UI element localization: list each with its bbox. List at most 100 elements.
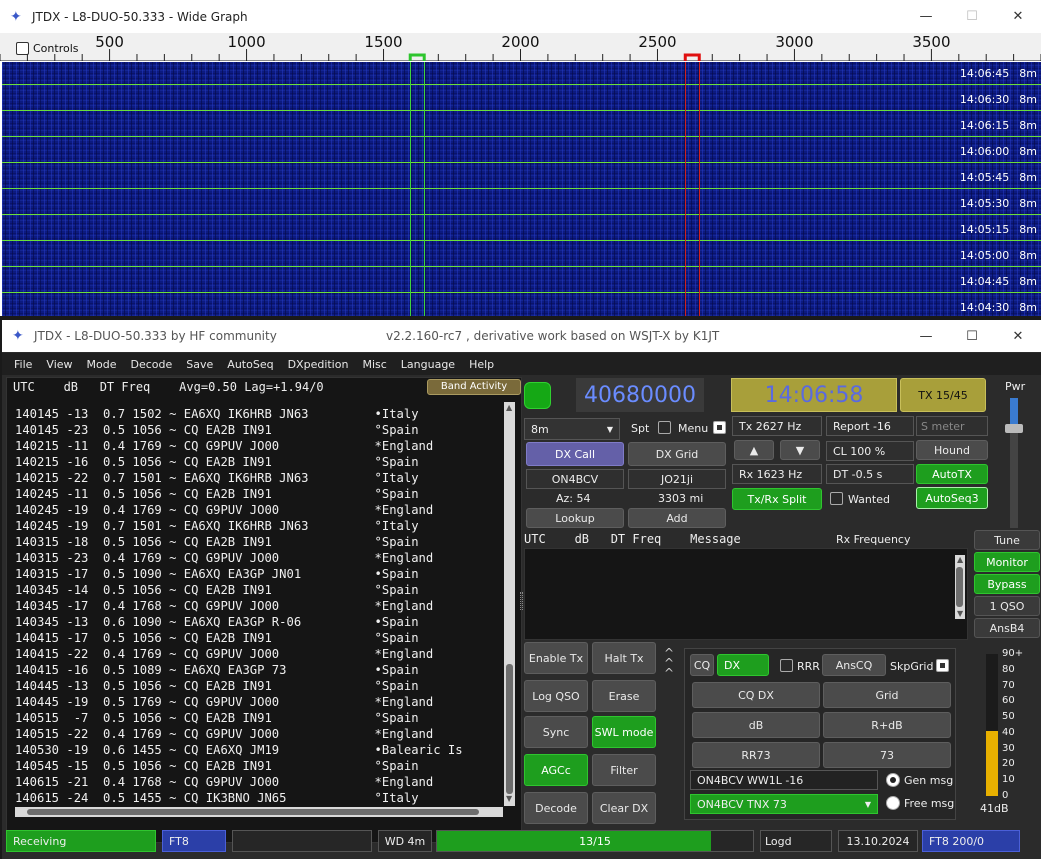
agcc-button[interactable]: AGCc (524, 754, 588, 786)
menu-language[interactable]: Language (401, 358, 455, 371)
gen-msg-field[interactable]: ON4BCV WW1L -16 (690, 770, 878, 790)
report-field[interactable]: Report -16 (826, 416, 914, 436)
decode-row[interactable]: 140545 -15 0.5 1056 ~ CQ EA2B IN91 °Spai… (15, 758, 503, 774)
collapse-arrows-icon[interactable]: ^ ^ ^ (664, 647, 674, 679)
band-activity-button[interactable]: Band Activity (427, 379, 521, 395)
decode-row[interactable]: 140215 -22 0.7 1501 ~ EA6XQ IK6HRB JN63 … (15, 470, 503, 486)
tx-frequency[interactable]: Tx 2627 Hz (732, 416, 822, 436)
r-db-button[interactable]: R+dB (823, 712, 951, 738)
skpgrid-checkbox[interactable] (936, 659, 949, 672)
menu-mode[interactable]: Mode (87, 358, 117, 371)
scroll-down-icon[interactable]: ▼ (957, 609, 963, 618)
decode-row[interactable]: 140145 -13 0.7 1502 ~ EA6XQ IK6HRB JN63 … (15, 406, 503, 422)
decode-row[interactable]: 140215 -16 0.5 1056 ~ CQ EA2B IN91 °Spai… (15, 454, 503, 470)
close-icon[interactable]: ✕ (995, 320, 1041, 353)
free-msg-select[interactable]: ON4BCV TNX 73 ▼ (690, 794, 878, 814)
halt-tx-button[interactable]: Halt Tx (592, 642, 656, 674)
dial-frequency[interactable]: 40680000 (576, 378, 704, 412)
scroll-up-icon[interactable]: ▲ (506, 403, 512, 412)
menu-checkbox[interactable] (713, 421, 726, 434)
band-activity-pane[interactable]: UTC dB DT Freq Avg=0.50 Lag=+1.94/0 Band… (6, 377, 522, 843)
clear-dx-button[interactable]: Clear DX (592, 792, 656, 824)
log-qso-button[interactable]: Log QSO (524, 680, 588, 712)
one-qso-button[interactable]: 1 QSO (974, 596, 1040, 616)
menu-dxpedition[interactable]: DXpedition (288, 358, 349, 371)
rx-vertical-scrollbar[interactable]: ▲ ▼ (955, 555, 965, 619)
bypass-button[interactable]: Bypass (974, 574, 1040, 594)
decode-row[interactable]: 140445 -19 0.5 1769 ~ CQ G9PUV JO00 *Eng… (15, 694, 503, 710)
spt-checkbox[interactable] (658, 421, 671, 434)
menu-autoseq[interactable]: AutoSeq (227, 358, 273, 371)
scroll-up-icon[interactable]: ▲ (957, 555, 963, 564)
decode-row[interactable]: 140315 -18 0.5 1056 ~ CQ EA2B IN91 °Spai… (15, 534, 503, 550)
decode-row[interactable]: 140515 -22 0.4 1769 ~ CQ G9PUV JO00 *Eng… (15, 726, 503, 742)
txrx-split-button[interactable]: Tx/Rx Split (732, 488, 822, 510)
splitter-handle[interactable] (520, 592, 523, 610)
decode-row[interactable]: 140415 -16 0.5 1089 ~ EA6XQ EA3GP 73 •Sp… (15, 662, 503, 678)
dx-toggle-button[interactable]: DX (717, 654, 769, 676)
tune-button[interactable]: Tune (974, 530, 1040, 550)
grid-button[interactable]: Grid (823, 682, 951, 708)
decode-row[interactable]: 140415 -17 0.5 1056 ~ CQ EA2B IN91 °Spai… (15, 630, 503, 646)
add-button[interactable]: Add (628, 508, 726, 528)
decode-row[interactable]: 140345 -13 0.6 1090 ~ EA6XQ EA3GP R-06 •… (15, 614, 503, 630)
menu-save[interactable]: Save (186, 358, 213, 371)
sync-button[interactable]: Sync (524, 716, 588, 748)
menu-view[interactable]: View (46, 358, 72, 371)
decode-row[interactable]: 140615 -21 0.4 1768 ~ CQ G9PUV JO00 *Eng… (15, 774, 503, 790)
frequency-scale[interactable]: Controls 500 1000 1500 2000 2500 3000 3500 (0, 33, 1041, 61)
anscq-button[interactable]: AnsCQ (822, 654, 886, 676)
rr73-button[interactable]: RR73 (692, 742, 820, 768)
maximize-icon[interactable]: ☐ (949, 320, 995, 353)
decode-row[interactable]: 140245 -19 0.4 1769 ~ CQ G9PUV JO00 *Eng… (15, 502, 503, 518)
rx-freq-marker[interactable] (408, 53, 426, 61)
autotx-button[interactable]: AutoTX (916, 464, 988, 484)
filter-button[interactable]: Filter (592, 754, 656, 786)
hound-button[interactable]: Hound (916, 440, 988, 460)
decode-row[interactable]: 140530 -19 0.6 1455 ~ CQ EA6XQ JM19 •Bal… (15, 742, 503, 758)
dt-field[interactable]: DT -0.5 s (826, 464, 914, 484)
decode-row[interactable]: 140615 -24 0.5 1455 ~ CQ IK3BNO JN65 °It… (15, 790, 503, 806)
dx-grid-button[interactable]: DX Grid (628, 442, 726, 466)
dx-grid-input[interactable]: JO21ji (628, 469, 726, 489)
decode-row[interactable]: 140345 -14 0.5 1056 ~ CQ EA2B IN91 °Spai… (15, 582, 503, 598)
menu-help[interactable]: Help (469, 358, 494, 371)
menu-misc[interactable]: Misc (362, 358, 386, 371)
decode-row[interactable]: 140245 -11 0.5 1056 ~ CQ EA2B IN91 °Spai… (15, 486, 503, 502)
dx-call-input[interactable]: ON4BCV (526, 469, 624, 489)
freq-up-button[interactable]: ▲ (734, 440, 774, 460)
autoseq-button[interactable]: AutoSeq3 (916, 487, 988, 509)
cq-button[interactable]: CQ (690, 654, 714, 676)
decode-row[interactable]: 140345 -17 0.4 1768 ~ CQ G9PUV JO00 *Eng… (15, 598, 503, 614)
wanted-checkbox[interactable] (830, 492, 843, 505)
cl-field[interactable]: CL 100 % (826, 441, 914, 461)
minimize-icon[interactable]: — (903, 320, 949, 353)
minimize-icon[interactable]: — (903, 0, 949, 33)
rrr-checkbox[interactable] (780, 659, 793, 672)
maximize-icon[interactable]: ☐ (949, 0, 995, 33)
enable-tx-button[interactable]: Enable Tx (524, 642, 588, 674)
db-button[interactable]: dB (692, 712, 820, 738)
cq-dx-button[interactable]: CQ DX (692, 682, 820, 708)
power-slider[interactable] (1005, 398, 1023, 528)
tx-freq-marker[interactable] (683, 53, 701, 61)
dx-call-button[interactable]: DX Call (526, 442, 624, 466)
menu-decode[interactable]: Decode (131, 358, 173, 371)
band-activity-list[interactable]: 140145 -13 0.7 1502 ~ EA6XQ IK6HRB JN63 … (15, 406, 503, 806)
decode-row[interactable]: 140515 -7 0.5 1056 ~ CQ EA2B IN91 °Spain (15, 710, 503, 726)
rx-frequency-pane[interactable]: ▲ ▼ (524, 548, 968, 640)
rx-frequency[interactable]: Rx 1623 Hz (732, 464, 822, 484)
swl-mode-button[interactable]: SWL mode (592, 716, 656, 748)
close-icon[interactable]: ✕ (995, 0, 1041, 33)
free-msg-radio[interactable] (886, 796, 900, 810)
decode-row[interactable]: 140145 -23 0.5 1056 ~ CQ EA2B IN91 °Spai… (15, 422, 503, 438)
scroll-down-icon[interactable]: ▼ (506, 794, 512, 803)
erase-button[interactable]: Erase (592, 680, 656, 712)
decode-row[interactable]: 140315 -17 0.5 1090 ~ EA6XQ EA3GP JN01 •… (15, 566, 503, 582)
decode-row[interactable]: 140415 -22 0.4 1769 ~ CQ G9PUV JO00 *Eng… (15, 646, 503, 662)
band-select[interactable]: 8m ▼ (524, 418, 620, 440)
ansb4-button[interactable]: AnsB4 (974, 618, 1040, 638)
decode-row[interactable]: 140445 -13 0.5 1056 ~ CQ EA2B IN91 °Spai… (15, 678, 503, 694)
band-vertical-scrollbar[interactable]: ▲ ▼ (504, 402, 515, 806)
decode-row[interactable]: 140215 -11 0.4 1769 ~ CQ G9PUV JO00 *Eng… (15, 438, 503, 454)
